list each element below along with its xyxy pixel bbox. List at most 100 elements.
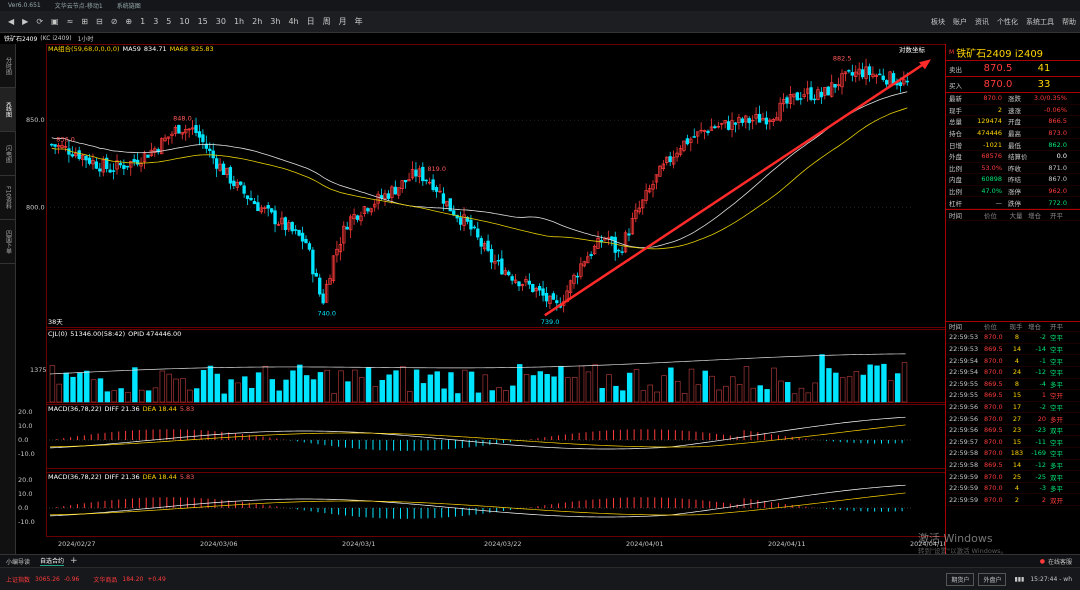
- watchlist-tab[interactable]: 自选合约: [40, 556, 65, 566]
- toolbar-item[interactable]: 年: [351, 11, 367, 33]
- candle-body: [421, 166, 425, 182]
- tick-type: 多平: [1050, 485, 1063, 494]
- windows-watermark: 激活 Windows: [918, 532, 993, 545]
- add-tab-button[interactable]: +: [70, 556, 78, 566]
- volume-axis-label: 1375: [30, 366, 47, 374]
- volume-bar: [894, 373, 901, 403]
- toolbar-item[interactable]: 1h: [230, 11, 248, 33]
- toolbar-item[interactable]: ≈: [63, 11, 78, 33]
- price-annotation: 740.0: [317, 309, 336, 317]
- toolbar-item[interactable]: 3: [149, 11, 162, 33]
- menu-item[interactable]: 板块: [927, 17, 949, 27]
- toolbar-item[interactable]: ⟳: [32, 11, 47, 33]
- period-selector[interactable]: 1小时: [78, 34, 94, 43]
- tick-time: 22:59:56: [949, 402, 979, 411]
- tick-volume: 23: [1012, 426, 1022, 435]
- service-icon: ●: [1039, 557, 1045, 565]
- candle-body: [297, 230, 301, 236]
- toolbar-item[interactable]: 3h: [266, 11, 284, 33]
- toolbar-item[interactable]: 日: [303, 11, 319, 33]
- candle-body: [479, 238, 483, 247]
- stat-row: 杠杆 — 跌停 772.0: [946, 197, 1080, 209]
- candle-body: [386, 193, 391, 199]
- toolbar-item[interactable]: 15: [194, 11, 212, 33]
- quote-title: M 铁矿石2409 i2409: [946, 44, 1080, 61]
- ask-price: 870.5: [983, 63, 1013, 74]
- volume-bar: [620, 390, 626, 403]
- menu-item[interactable]: 系统工具: [1022, 17, 1058, 27]
- ask-row[interactable]: 卖出 870.5 41: [946, 61, 1080, 77]
- volume-bar: [489, 390, 495, 403]
- bid-row[interactable]: 买入 870.0 33: [946, 77, 1080, 93]
- side-tab[interactable]: 四面下单: [0, 220, 16, 264]
- toolbar-item[interactable]: ⊕: [121, 11, 136, 33]
- stat-value: 870.0: [983, 94, 1002, 103]
- tick-oi-change: -11: [1035, 437, 1046, 446]
- macd-indicator-label: MACD(36,78,22) DIFF 21.36 DEA 18.44 5.83: [48, 473, 194, 481]
- index1-change: -0.96: [63, 575, 80, 583]
- kline-chart[interactable]: 850.0 800.0 882.5 848.0 836.0 819.0 740.0 739.0…: [16, 44, 945, 554]
- candle-body: [232, 180, 236, 186]
- volume-bar: [626, 372, 633, 403]
- side-tab[interactable]: 分时图: [0, 44, 16, 88]
- menu-item[interactable]: 个性化: [993, 17, 1022, 27]
- toolbar-item[interactable]: ⊟: [92, 11, 107, 33]
- toolbar-item[interactable]: 4h: [284, 11, 302, 33]
- macd-axis-label: 0.0: [18, 504, 28, 512]
- toolbar-item[interactable]: ▣: [47, 11, 63, 33]
- index1-value: 3065.26: [35, 575, 60, 583]
- toolbar-item[interactable]: 30: [212, 11, 230, 33]
- candle-body: [544, 292, 549, 302]
- toolbar-item[interactable]: 5: [162, 11, 175, 33]
- side-tab[interactable]: F10资料: [0, 176, 16, 220]
- menu-item[interactable]: 账户: [949, 17, 971, 27]
- stat-label: 持仓: [949, 130, 962, 139]
- volume-bar: [757, 385, 763, 403]
- toolbar-item[interactable]: 月: [335, 11, 351, 33]
- candle-body: [486, 240, 490, 251]
- toolbar-item[interactable]: ⊘: [107, 11, 122, 33]
- stat-label: 外盘: [949, 153, 962, 162]
- index2-name[interactable]: 文华商品: [93, 575, 117, 584]
- toolbar: ◀ ▶ ⟳ ▣ ≈ ⊞ ⊟ ⊘ ⊕ 1 3 5 10 15 30 1h 2h 3h 4h 日周月年 板块 账户 资讯 个性化系…: [0, 11, 1080, 33]
- online-service-link[interactable]: 在线客服: [1048, 557, 1072, 566]
- tick-oi-change: -1: [1039, 356, 1046, 365]
- side-tab[interactable]: 闪电图: [0, 132, 16, 176]
- tick-header-top: 时间 价位 大量 增仓 开平: [946, 208, 1080, 221]
- candle-body: [555, 300, 559, 304]
- toolbar-item[interactable]: ▶: [18, 11, 32, 33]
- index1-name[interactable]: 上证指数: [6, 575, 30, 584]
- stat-label: 最新: [949, 95, 962, 104]
- price-annotation: 819.0: [427, 165, 446, 173]
- guide-tab[interactable]: 小编导读: [6, 557, 30, 566]
- stat-value: 871.0: [1048, 163, 1067, 172]
- symbol-bar: 铁矿石2409 (KC i2409) 1小时: [0, 33, 945, 44]
- price-annotation: 739.0: [541, 318, 560, 326]
- date-axis-label: 2024/03/06: [200, 540, 237, 548]
- stat-row: 内盘 60898 昨结 867.0: [946, 174, 1080, 186]
- futures-account-button[interactable]: 期货户: [946, 572, 975, 586]
- tick-volume: 8: [1014, 379, 1020, 388]
- volume-bar: [310, 379, 317, 403]
- volume-bar: [345, 381, 351, 403]
- menu-item[interactable]: 帮助: [1058, 17, 1080, 27]
- toolbar-item[interactable]: 周: [319, 11, 335, 33]
- tick-type: 双平: [1050, 427, 1063, 436]
- volume-bar: [434, 371, 440, 403]
- candle-body: [132, 159, 136, 163]
- menu-item[interactable]: 资讯: [971, 17, 993, 27]
- tick-price: 870.0: [984, 402, 1003, 411]
- side-tab[interactable]: K线图: [0, 88, 16, 132]
- stat-label: 速涨: [1008, 106, 1021, 115]
- toolbar-item[interactable]: 10: [175, 11, 193, 33]
- toolbar-item[interactable]: 1: [136, 11, 149, 33]
- candle-body: [881, 75, 885, 80]
- toolbar-item[interactable]: ⊞: [77, 11, 92, 33]
- foreign-account-button[interactable]: 外盘户: [978, 572, 1007, 586]
- toolbar-item[interactable]: 2h: [248, 11, 266, 33]
- toolbar-item[interactable]: ◀: [4, 11, 18, 33]
- tick-time: 22:59:57: [949, 437, 979, 446]
- tick-time: 22:59:53: [949, 333, 979, 342]
- candle-body: [256, 202, 260, 212]
- volume-bar: [551, 376, 557, 403]
